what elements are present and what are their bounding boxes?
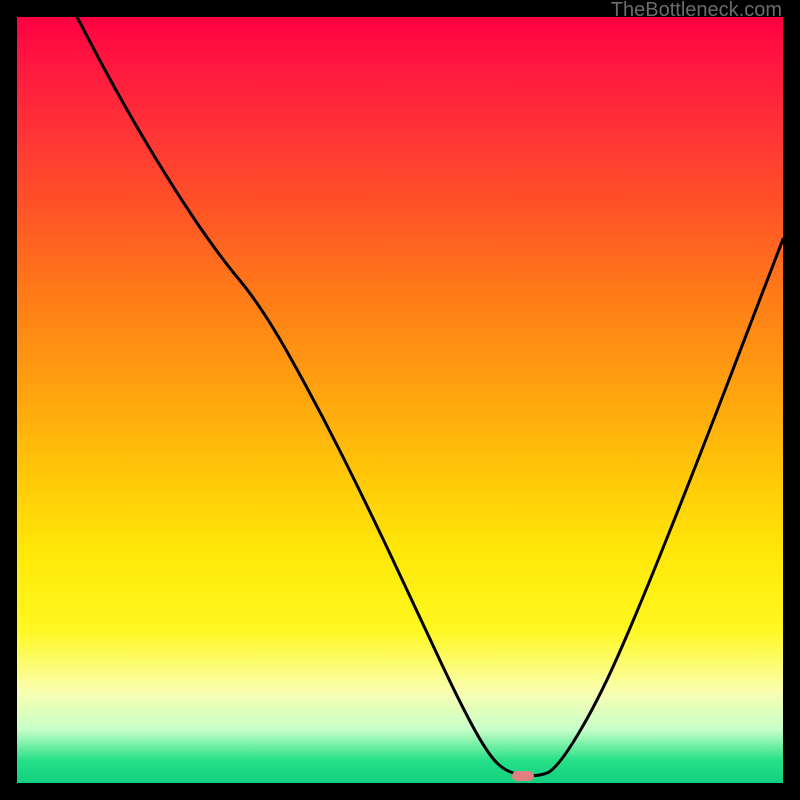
plot-area (17, 17, 783, 783)
bottleneck-curve-path (77, 17, 783, 776)
watermark-text: TheBottleneck.com (611, 0, 782, 20)
optimal-marker (512, 771, 534, 781)
bottleneck-curve (17, 17, 783, 783)
chart-stage: TheBottleneck.com (0, 0, 800, 800)
